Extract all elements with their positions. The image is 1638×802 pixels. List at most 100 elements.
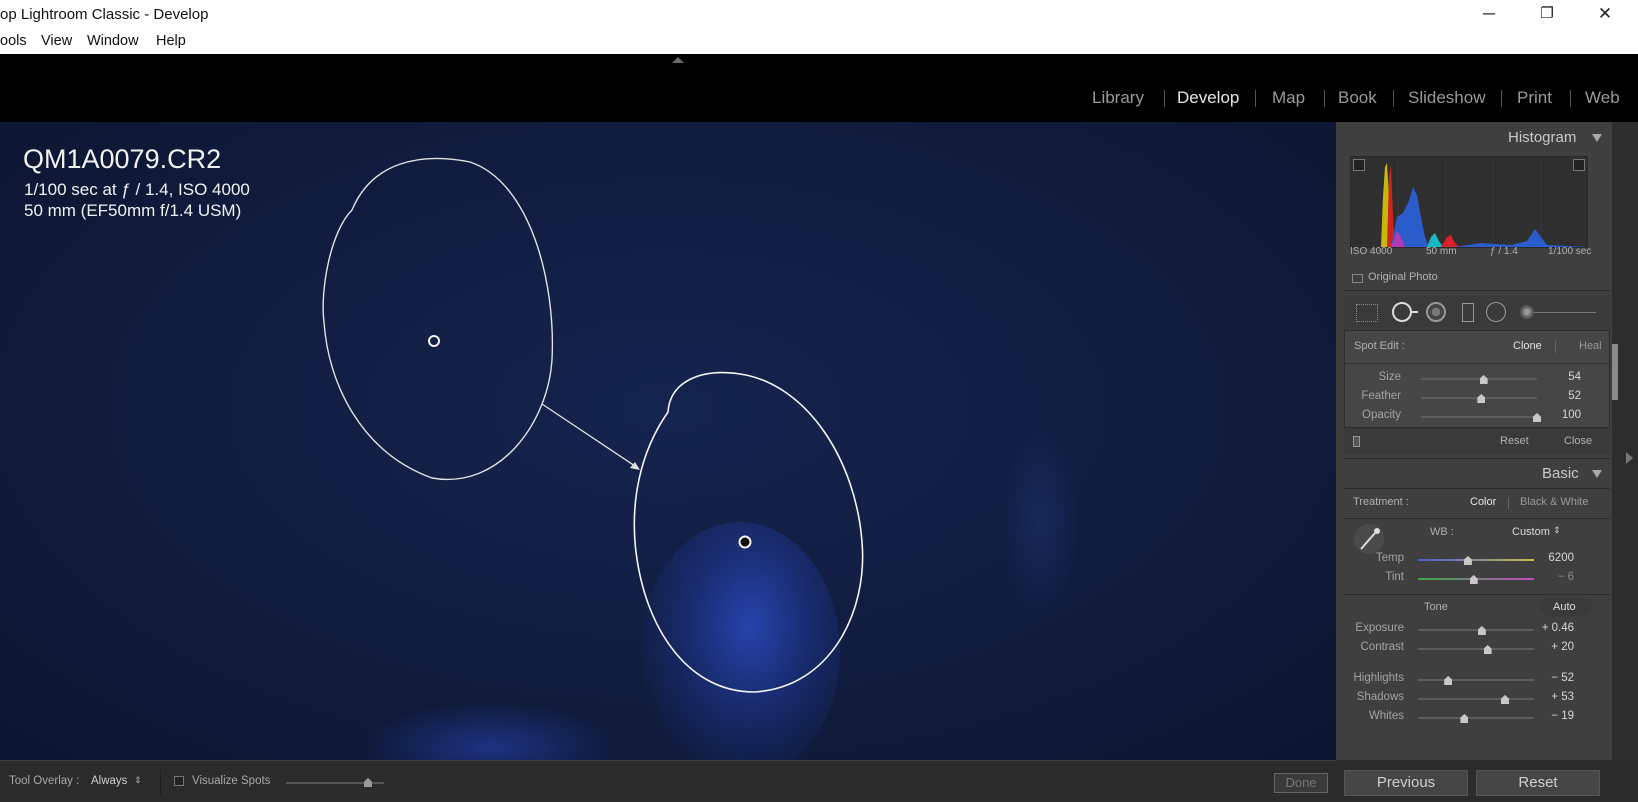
done-button[interactable]: Done [1274,773,1328,793]
slider-row: Size 54 [1345,371,1611,389]
clone-mode-button[interactable]: Clone [1513,340,1542,352]
menu-bar: ools View Window Help [0,30,1638,54]
slider-thumb[interactable] [1501,695,1509,704]
source-spot-outline[interactable] [322,157,554,481]
slider-track[interactable] [1418,717,1534,719]
reset-button[interactable]: Reset [1476,770,1600,796]
spot-reset-button[interactable]: Reset [1500,435,1529,447]
slider-value[interactable]: − 52 [1534,672,1574,684]
slider-value[interactable]: 6200 [1534,552,1574,564]
basic-header[interactable]: Basic [1542,465,1579,482]
menu-help[interactable]: Help [156,33,186,49]
slider-label: Shadows [1356,691,1404,703]
spot-edit-footer: Reset Close [1344,428,1610,454]
slider-thumb[interactable] [1460,714,1469,723]
collapse-top-panel-icon[interactable] [672,57,684,63]
module-print[interactable]: Print [1517,88,1552,108]
visualize-spots-slider-thumb[interactable] [364,778,372,787]
histogram-header[interactable]: Histogram [1508,129,1576,146]
slider-label: Feather [1361,390,1401,402]
slider-label: Highlights [1353,672,1405,684]
original-photo-label: Original Photo [1368,271,1438,283]
slider-thumb[interactable] [1483,645,1492,654]
adjustment-brush-icon[interactable] [1520,305,1534,319]
slider-track[interactable] [1418,629,1534,631]
previous-button[interactable]: Previous [1344,770,1468,796]
spot-close-button[interactable]: Close [1564,435,1592,447]
slider-value[interactable]: − 6 [1534,571,1574,583]
slider-thumb[interactable] [1463,556,1472,565]
slider-thumb[interactable] [1469,575,1478,584]
target-spot-outline[interactable] [633,371,864,693]
slider-track[interactable] [1421,378,1537,380]
divider [1344,518,1610,519]
chevron-updown-icon[interactable]: ⇕ [134,775,142,786]
shadow-clipping-icon[interactable] [1353,159,1365,171]
toggle-switch-icon[interactable] [1353,436,1360,447]
photo-canvas[interactable]: QM1A0079.CR2 1/100 sec at ƒ / 1.4, ISO 4… [0,122,1336,760]
red-eye-tool-icon[interactable] [1426,302,1446,322]
menu-tools[interactable]: ools [0,33,27,49]
target-spot-pin[interactable] [738,535,752,549]
slider-thumb[interactable] [1477,394,1486,403]
heal-mode-button[interactable]: Heal [1579,340,1602,352]
slider-value[interactable]: 54 [1541,371,1581,383]
minimize-icon[interactable]: ─ [1466,0,1512,30]
module-slideshow[interactable]: Slideshow [1408,88,1486,108]
slider-value[interactable]: + 20 [1534,641,1574,653]
collapse-triangle-icon[interactable] [1592,134,1602,142]
auto-tone-button[interactable]: Auto [1540,598,1592,616]
module-library[interactable]: Library [1092,88,1144,108]
slider-track[interactable] [1421,416,1537,418]
slider-thumb[interactable] [1444,676,1453,685]
close-icon[interactable]: ✕ [1582,0,1628,30]
slider-row: Feather 52 [1345,390,1611,408]
spot-removal-tool-icon[interactable] [1392,302,1412,322]
module-develop[interactable]: Develop [1177,88,1239,108]
wb-select[interactable]: Custom [1512,526,1550,538]
slider-track[interactable] [1418,559,1534,561]
restore-icon[interactable]: ❐ [1524,0,1570,30]
menu-window[interactable]: Window [87,33,139,49]
panel-scrollbar-track[interactable] [1612,122,1638,760]
highlight-clipping-icon[interactable] [1573,159,1585,171]
histogram-iso: ISO 4000 [1350,246,1393,257]
collapse-triangle-icon[interactable] [1592,470,1602,478]
module-book[interactable]: Book [1338,88,1377,108]
treatment-color-button[interactable]: Color [1470,496,1496,508]
slider-label: Contrast [1360,641,1404,653]
spot-overlay [322,157,864,693]
expand-right-panel-icon[interactable] [1626,452,1633,464]
slider-value[interactable]: + 0.46 [1534,622,1574,634]
original-photo-checkbox[interactable] [1352,274,1363,283]
module-map[interactable]: Map [1272,88,1305,108]
window-title: op Lightroom Classic - Develop [0,6,209,23]
module-web[interactable]: Web [1585,88,1620,108]
slider-track[interactable] [1418,648,1534,650]
visualize-spots-checkbox[interactable] [174,776,184,786]
eyedropper-icon[interactable] [1352,522,1386,556]
slider-value[interactable]: 52 [1541,390,1581,402]
slider-track[interactable] [1418,679,1534,681]
radial-filter-icon[interactable] [1486,302,1506,322]
slider-thumb[interactable] [1477,626,1486,635]
crop-tool-icon[interactable] [1356,304,1378,322]
tool-overlay-select[interactable]: Always [91,775,127,787]
slider-thumb[interactable] [1479,375,1488,384]
panel-scrollbar-thumb[interactable] [1612,344,1618,400]
menu-view[interactable]: View [41,33,72,49]
source-spot-pin[interactable] [428,335,440,347]
spot-removal-tool-icon [1412,311,1418,313]
histogram-focal: 50 mm [1426,246,1457,257]
slider-value[interactable]: − 19 [1534,710,1574,722]
histogram-chart[interactable] [1350,156,1589,249]
slider-track[interactable] [1418,698,1534,700]
slider-row: Opacity 100 [1345,409,1611,427]
slider-value[interactable]: 100 [1541,409,1581,421]
slider-value[interactable]: + 53 [1534,691,1574,703]
treatment-bw-button[interactable]: Black & White [1520,496,1588,508]
spot-edit-drawer: Spot Edit : Clone Heal Size 54 Feather 52 Op… [1344,330,1610,428]
chevron-updown-icon[interactable]: ⇕ [1553,525,1561,536]
graduated-filter-icon[interactable] [1462,303,1474,322]
slider-thumb[interactable] [1533,413,1541,422]
